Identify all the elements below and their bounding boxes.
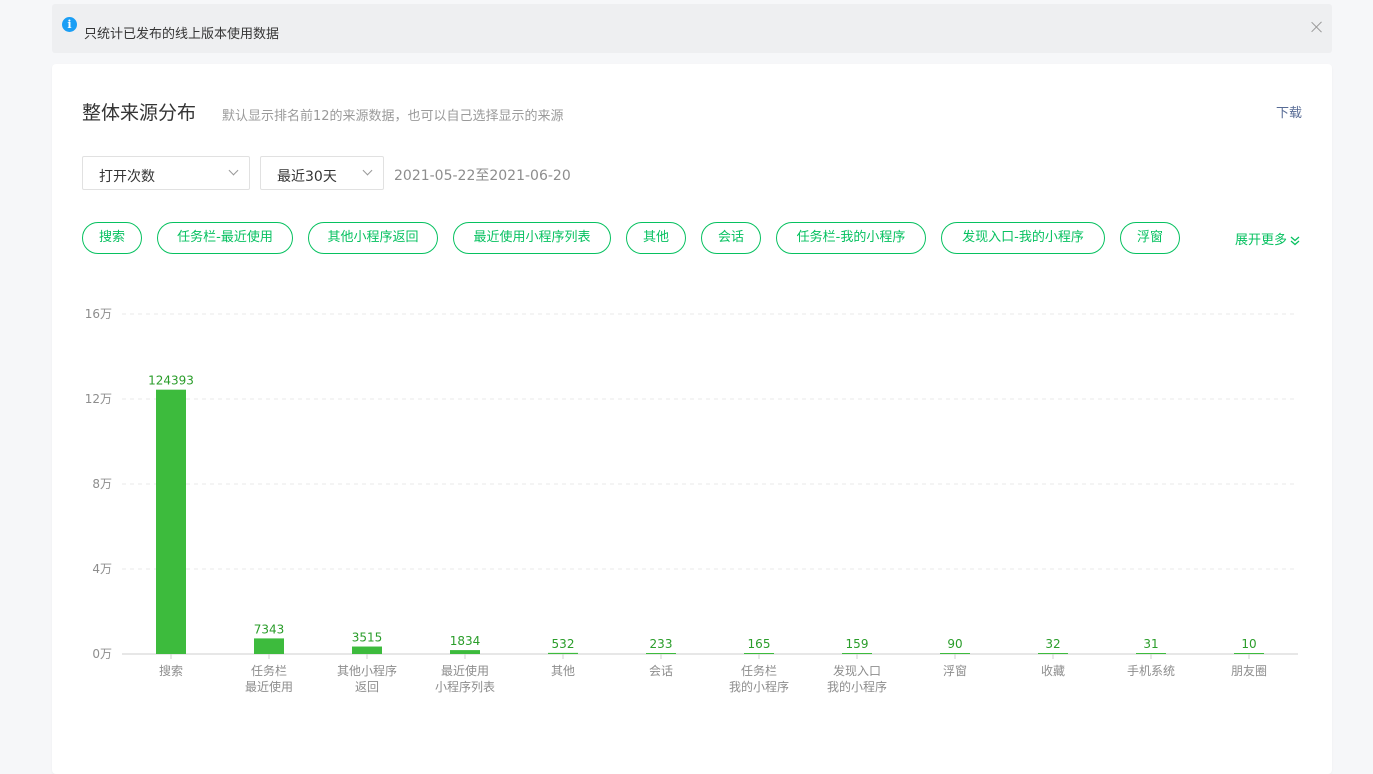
bar-value-label: 3515	[352, 631, 383, 645]
x-category-label: 我的小程序	[827, 679, 887, 694]
notice-text: 只统计已发布的线上版本使用数据	[84, 27, 280, 42]
bar-value-label: 90	[947, 637, 962, 651]
x-category-label: 浮窗	[943, 664, 967, 678]
x-category-label: 发现入口	[833, 663, 881, 678]
bar-value-label: 1834	[450, 634, 481, 648]
x-category-label: 会话	[649, 664, 673, 678]
info-icon: i	[62, 17, 77, 32]
x-category-label: 最近使用	[441, 663, 489, 678]
bar-value-label: 165	[748, 637, 771, 651]
y-tick-label: 12万	[85, 392, 112, 406]
x-category-label: 收藏	[1041, 664, 1065, 678]
x-category-label: 小程序列表	[435, 679, 495, 694]
bar	[1234, 653, 1264, 654]
bar	[1136, 653, 1166, 654]
x-category-label: 其他	[551, 664, 575, 678]
x-category-label: 其他小程序	[337, 663, 397, 678]
bar	[254, 638, 284, 654]
bar-value-label: 7343	[254, 622, 285, 636]
bar-value-label: 233	[650, 637, 673, 651]
bar-value-label: 31	[1143, 637, 1158, 651]
y-tick-label: 8万	[92, 477, 112, 491]
y-tick-label: 4万	[92, 562, 112, 576]
x-category-label: 返回	[355, 680, 379, 694]
y-tick-label: 0万	[92, 647, 112, 661]
source-bar-chart: 0万4万8万12万16万124393搜索7343任务栏最近使用3515其他小程序…	[85, 307, 1298, 694]
x-category-label: 任务栏	[741, 663, 777, 678]
y-tick-label: 16万	[85, 307, 112, 321]
x-category-label: 我的小程序	[729, 679, 789, 694]
bar-value-label: 532	[552, 637, 575, 651]
bar	[646, 653, 676, 654]
bar-value-label: 32	[1045, 637, 1060, 651]
bar	[156, 389, 186, 654]
x-category-label: 手机系统	[1127, 664, 1175, 678]
bar	[940, 653, 970, 654]
bar-value-label: 159	[846, 637, 869, 651]
bar	[744, 653, 774, 654]
bar	[450, 650, 480, 654]
bar	[352, 646, 382, 654]
source-distribution-card: 整体来源分布 默认显示排名前12的来源数据，也可以自己选择显示的来源 下载 打开…	[52, 64, 1332, 774]
bar	[1038, 653, 1068, 654]
x-category-label: 搜索	[159, 663, 183, 678]
x-category-label: 任务栏	[251, 663, 287, 678]
close-icon[interactable]	[1310, 20, 1324, 34]
bar	[548, 652, 578, 654]
notice-bar: i 只统计已发布的线上版本使用数据	[52, 4, 1332, 53]
x-category-label: 最近使用	[245, 679, 293, 694]
x-category-label: 朋友圈	[1231, 664, 1267, 678]
bar	[842, 653, 872, 654]
bar-value-label: 10	[1241, 637, 1256, 651]
bar-value-label: 124393	[148, 374, 194, 388]
